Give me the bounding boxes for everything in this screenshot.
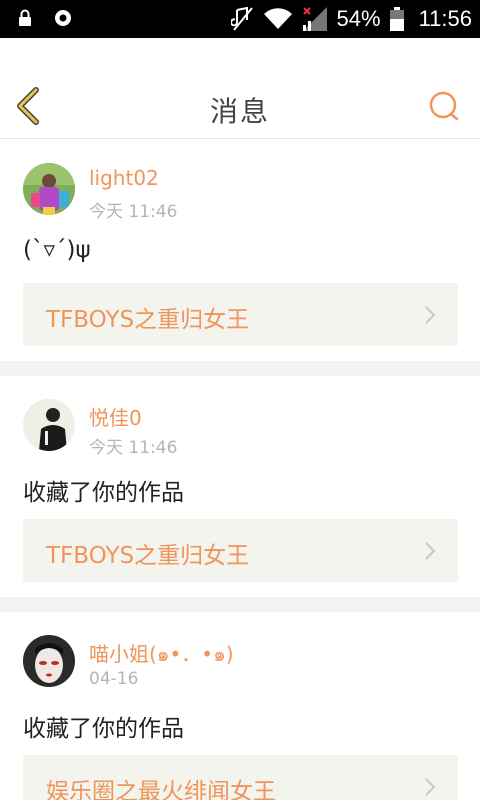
chevron-right-icon: [425, 306, 436, 324]
divider: [0, 361, 480, 376]
timestamp: 今天 11:46: [89, 202, 178, 222]
mute-icon: [230, 6, 253, 31]
sync-icon: [55, 10, 71, 26]
status-bar: 54% 11:56: [0, 0, 480, 38]
battery-icon: [389, 7, 404, 31]
message-text: (`▿´)ψ: [23, 237, 91, 263]
username[interactable]: 悦佳0: [89, 402, 142, 431]
message-list: light02 今天 11:46 (`▿´)ψ TFBOYS之重归女王 悦佳0 …: [0, 140, 480, 800]
work-title: TFBOYS之重归女王: [46, 543, 250, 569]
message-text: 收藏了你的作品: [23, 716, 184, 742]
work-title: TFBOYS之重归女王: [46, 307, 250, 333]
search-button[interactable]: [428, 90, 460, 122]
avatar[interactable]: [23, 163, 75, 215]
message-text: 收藏了你的作品: [23, 480, 184, 506]
lock-icon: [19, 9, 31, 26]
chevron-right-icon: [425, 778, 436, 796]
timestamp: 04-16: [89, 669, 139, 689]
chevron-right-icon: [425, 542, 436, 560]
app-header: 消息: [0, 38, 480, 139]
search-icon: [429, 91, 459, 121]
work-link[interactable]: TFBOYS之重归女王: [23, 283, 458, 346]
username[interactable]: light02: [89, 166, 159, 190]
wifi-icon: [263, 8, 292, 30]
message-card: 悦佳0 今天 11:46 收藏了你的作品 TFBOYS之重归女王: [0, 376, 480, 597]
username[interactable]: 喵小姐(๑•．•๑): [89, 638, 234, 670]
page-title: 消息: [209, 95, 270, 128]
avatar[interactable]: [23, 635, 75, 687]
message-card: light02 今天 11:46 (`▿´)ψ TFBOYS之重归女王: [0, 140, 480, 361]
divider: [0, 597, 480, 612]
work-link[interactable]: 娱乐圈之最火绯闻女王: [23, 755, 458, 800]
timestamp: 今天 11:46: [89, 438, 178, 458]
battery-percent: 54%: [336, 6, 381, 31]
work-title: 娱乐圈之最火绯闻女王: [46, 779, 276, 800]
message-card: 喵小姐(๑•．•๑) 04-16 收藏了你的作品 娱乐圈之最火绯闻女王: [0, 612, 480, 800]
clock: 11:56: [418, 6, 472, 31]
avatar[interactable]: [23, 399, 75, 451]
work-link[interactable]: TFBOYS之重归女王: [23, 519, 458, 582]
signal-icon: [302, 7, 327, 31]
